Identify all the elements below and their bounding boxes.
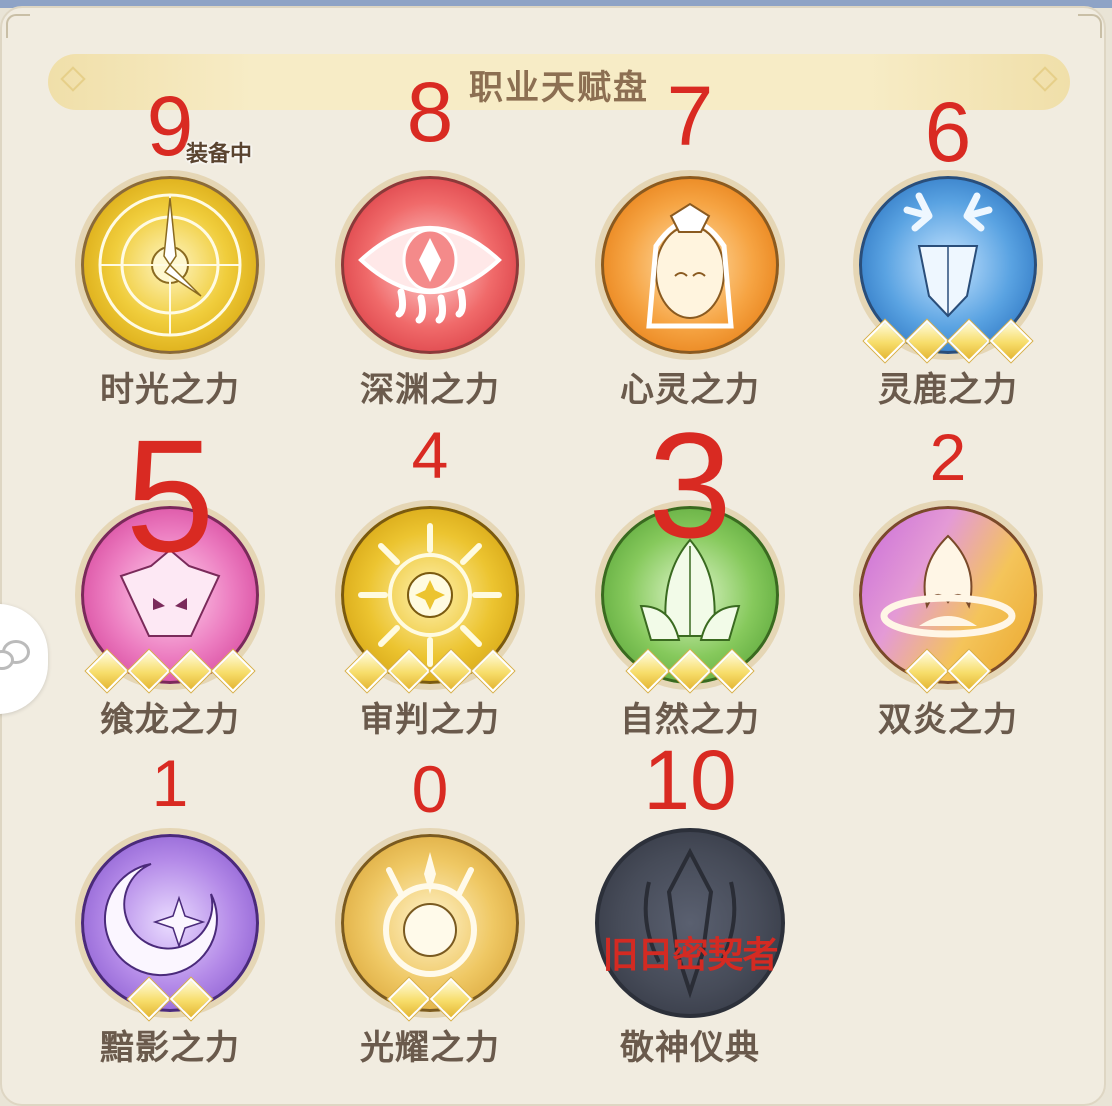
gem-icon [345, 649, 389, 693]
gem-icon [471, 649, 515, 693]
talent-slot-deer[interactable]: 6 灵鹿之力 [818, 70, 1078, 410]
gem-icon [905, 649, 949, 693]
gem-rating [300, 977, 560, 1021]
slot-number: 0 [411, 752, 449, 826]
gem-icon [429, 977, 473, 1021]
equipped-badge: 装备中 [186, 142, 253, 167]
talent-label: 双炎之力 [878, 700, 1018, 740]
gem-rating [818, 649, 1078, 693]
gem-icon [668, 649, 712, 693]
gem-icon [905, 319, 949, 363]
gem-icon [211, 649, 255, 693]
gem-icon [989, 319, 1033, 363]
talent-slot-time[interactable]: 9 装备中 时光之力 [40, 70, 300, 410]
corner-ornament [1078, 14, 1102, 38]
talent-slot-ritual[interactable]: 10 旧日密契者 敬神仪典 [560, 728, 820, 1068]
gem-rating [40, 977, 300, 1021]
clock-icon [75, 170, 265, 360]
slot-number: 8 [406, 65, 454, 159]
gem-icon [127, 977, 171, 1021]
talent-slot-judgement[interactable]: 4 审判之力 [300, 400, 560, 740]
gem-icon [387, 649, 431, 693]
dark-relic-icon [595, 828, 785, 1018]
eye-icon [335, 170, 525, 360]
gem-rating [300, 649, 560, 693]
gem-icon [863, 319, 907, 363]
talent-label: 光耀之力 [360, 1028, 500, 1068]
gem-icon [626, 649, 670, 693]
slot-number: 10 [643, 733, 737, 827]
gem-icon [947, 319, 991, 363]
gem-icon [169, 977, 213, 1021]
gem-icon [85, 649, 129, 693]
slot-number: 7 [666, 69, 714, 163]
slot-number: 9 [146, 79, 194, 173]
talent-slot-mind[interactable]: 7 心灵之力 [560, 69, 820, 410]
slot-number: 4 [411, 418, 449, 492]
slot-number: 3 [648, 401, 732, 569]
slot-number: 2 [929, 420, 967, 494]
slot-number: 5 [125, 406, 215, 585]
slot-number: 6 [924, 85, 972, 179]
gem-icon [947, 649, 991, 693]
talent-slot-radiance[interactable]: 0 光耀之力 [300, 728, 560, 1068]
gem-rating [818, 319, 1078, 363]
talent-slot-abyss[interactable]: 8 深渊之力 [300, 65, 560, 410]
gem-icon [169, 649, 213, 693]
talent-label: 黯影之力 [100, 1028, 240, 1068]
talent-label: 敬神仪典 [620, 1028, 760, 1068]
goddess-icon [595, 170, 785, 360]
talent-slot-shadow[interactable]: 1 黯影之力 [40, 728, 300, 1068]
corner-ornament [6, 14, 30, 38]
gem-rating [40, 649, 300, 693]
talent-slot-twin-flame[interactable]: 2 双炎之力 [818, 400, 1078, 740]
talent-slot-nature[interactable]: 3 自然之力 [560, 400, 820, 740]
gem-icon [387, 977, 431, 1021]
gem-icon [127, 649, 171, 693]
slot-number: 1 [151, 746, 189, 820]
locked-overlay-text: 旧日密契者 [602, 935, 778, 976]
gem-rating [560, 649, 820, 693]
gem-icon [710, 649, 754, 693]
talent-slot-dragon[interactable]: 5 飨龙之力 [40, 400, 300, 740]
gem-icon [429, 649, 473, 693]
